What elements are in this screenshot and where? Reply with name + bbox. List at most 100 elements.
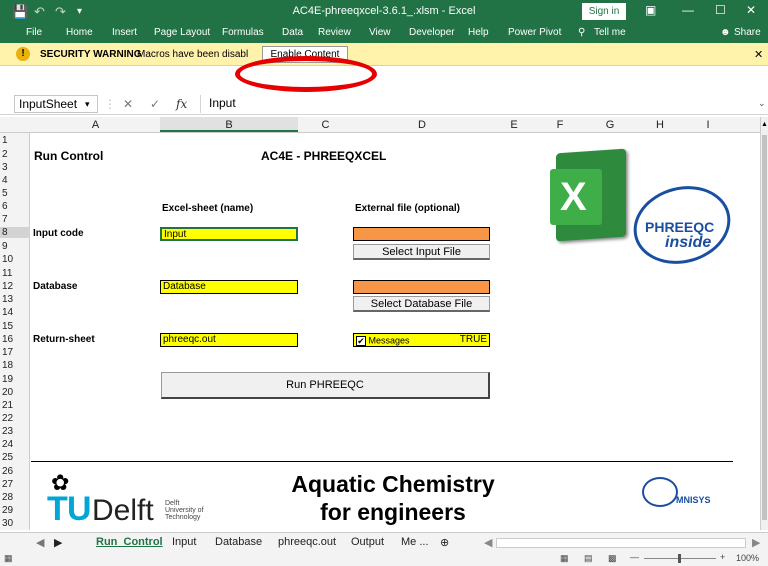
row-header[interactable]: 11 [0,268,30,279]
row-header[interactable]: 12 [0,281,30,292]
insert-function-icon[interactable]: fx [176,97,187,111]
horizontal-scroll-left-icon[interactable]: ◀ [484,536,492,549]
zoom-slider[interactable] [644,554,716,563]
row-header[interactable]: 25 [0,452,30,463]
messages-cell[interactable]: ✔ Messages TRUE [353,333,490,347]
page-break-view-icon[interactable]: ▩ [608,553,617,564]
column-header[interactable]: I [683,119,733,131]
zoom-in-icon[interactable]: + [720,552,725,562]
add-sheet-icon[interactable]: ⊕ [440,536,449,549]
return-sheet-cell[interactable]: phreeqc.out [160,333,298,347]
tab-data[interactable]: Data [282,27,303,38]
tab-scroll-left-icon[interactable]: ◀ [36,536,44,549]
row-header[interactable]: 18 [0,360,30,371]
row-header[interactable]: 3 [0,162,30,173]
column-header[interactable]: H [637,119,683,131]
sheet-tab-database[interactable]: Database [215,536,262,548]
tab-view[interactable]: View [369,27,391,38]
sign-in-button[interactable]: Sign in [582,3,626,20]
row-header[interactable]: 4 [0,175,30,186]
row-header[interactable]: 1 [0,135,30,146]
column-header[interactable]: C [298,119,353,131]
sheet-tab-phreeqc-out[interactable]: phreeqc.out [278,536,336,548]
sheet-tab-more[interactable]: Me ... [401,536,429,548]
row-header[interactable]: 15 [0,321,30,332]
run-phreeqc-button[interactable]: Run PHREEQC [161,372,490,399]
row-header[interactable]: 17 [0,347,30,358]
row-header[interactable]: 23 [0,426,30,437]
scroll-thumb[interactable] [762,135,767,520]
normal-view-icon[interactable]: ▦ [560,553,569,564]
close-warning-icon[interactable]: ✕ [754,48,763,61]
expand-formula-bar-icon[interactable]: ⌄ [758,98,766,109]
macro-status-icon[interactable]: ▦ [4,553,13,564]
tab-file[interactable]: File [26,27,42,38]
minimize-icon[interactable]: — [682,3,694,17]
column-header[interactable]: E [491,119,537,131]
tab-scroll-right-icon[interactable]: ▶ [54,536,62,549]
row-header[interactable]: 20 [0,387,30,398]
input-file-cell[interactable] [353,227,490,241]
tell-me-search[interactable]: Tell me [594,27,626,38]
tab-insert[interactable]: Insert [112,27,137,38]
column-header[interactable]: B [160,117,298,132]
database-file-cell[interactable] [353,280,490,294]
row-header[interactable]: 16 [0,334,30,345]
cancel-icon[interactable]: ✕ [123,97,133,111]
tab-help[interactable]: Help [468,27,489,38]
tab-page-layout[interactable]: Page Layout [154,27,210,38]
tab-developer[interactable]: Developer [409,27,455,38]
messages-checkbox[interactable]: ✔ [356,335,366,346]
share-icon[interactable]: ☻ [720,27,731,38]
tab-power-pivot[interactable]: Power Pivot [508,27,561,38]
row-header[interactable]: 14 [0,307,30,318]
ribbon-display-icon[interactable]: ▣ [645,3,656,17]
select-database-file-button[interactable]: Select Database File [353,296,490,312]
sheet-tab-run-control[interactable]: Run_Control [96,536,163,548]
row-header[interactable]: 21 [0,400,30,411]
tab-formulas[interactable]: Formulas [222,27,264,38]
worksheet[interactable]: Run Control AC4E - PHREEQXCEL Excel-shee… [31,133,760,530]
row-header[interactable]: 8 [0,227,30,238]
vertical-scrollbar[interactable]: ▲ [760,117,768,530]
sheet-tab-input[interactable]: Input [172,536,196,548]
chevron-down-icon[interactable]: ▾ [85,96,90,112]
row-header[interactable]: 28 [0,492,30,503]
close-icon[interactable]: ✕ [746,3,756,17]
zoom-level[interactable]: 100% [736,553,759,563]
column-header[interactable]: G [583,119,637,131]
row-header[interactable]: 19 [0,374,30,385]
row-header[interactable]: 26 [0,466,30,477]
page-layout-view-icon[interactable]: ▤ [584,553,593,564]
row-header[interactable]: 7 [0,214,30,225]
enter-icon[interactable]: ✓ [150,97,160,111]
row-header[interactable]: 9 [0,241,30,252]
horizontal-scroll-right-icon[interactable]: ▶ [752,536,760,549]
column-header[interactable]: A [31,119,160,131]
name-box[interactable]: InputSheet ▾ [14,95,98,113]
database-cell[interactable]: Database [160,280,298,294]
input-code-cell[interactable]: Input [160,227,298,241]
row-header[interactable]: 10 [0,254,30,265]
maximize-icon[interactable]: ☐ [715,3,726,17]
row-header[interactable]: 24 [0,439,30,450]
formula-input[interactable]: Input [200,95,760,113]
select-input-file-button[interactable]: Select Input File [353,244,490,260]
tab-review[interactable]: Review [318,27,351,38]
column-header[interactable]: F [537,119,583,131]
zoom-out-icon[interactable]: — [630,552,639,562]
column-header[interactable]: D [353,119,491,131]
sheet-tab-output[interactable]: Output [351,536,384,548]
horizontal-scrollbar[interactable] [496,538,746,548]
row-header[interactable]: 13 [0,294,30,305]
share-button[interactable]: Share [734,27,761,38]
row-header[interactable]: 30 [0,518,30,529]
row-header[interactable]: 2 [0,149,30,160]
row-header[interactable]: 29 [0,505,30,516]
row-header[interactable]: 5 [0,188,30,199]
row-header[interactable]: 6 [0,201,30,212]
row-header[interactable]: 27 [0,479,30,490]
scroll-up-icon[interactable]: ▲ [761,121,768,131]
row-header[interactable]: 22 [0,413,30,424]
zoom-slider-thumb[interactable] [678,554,681,563]
